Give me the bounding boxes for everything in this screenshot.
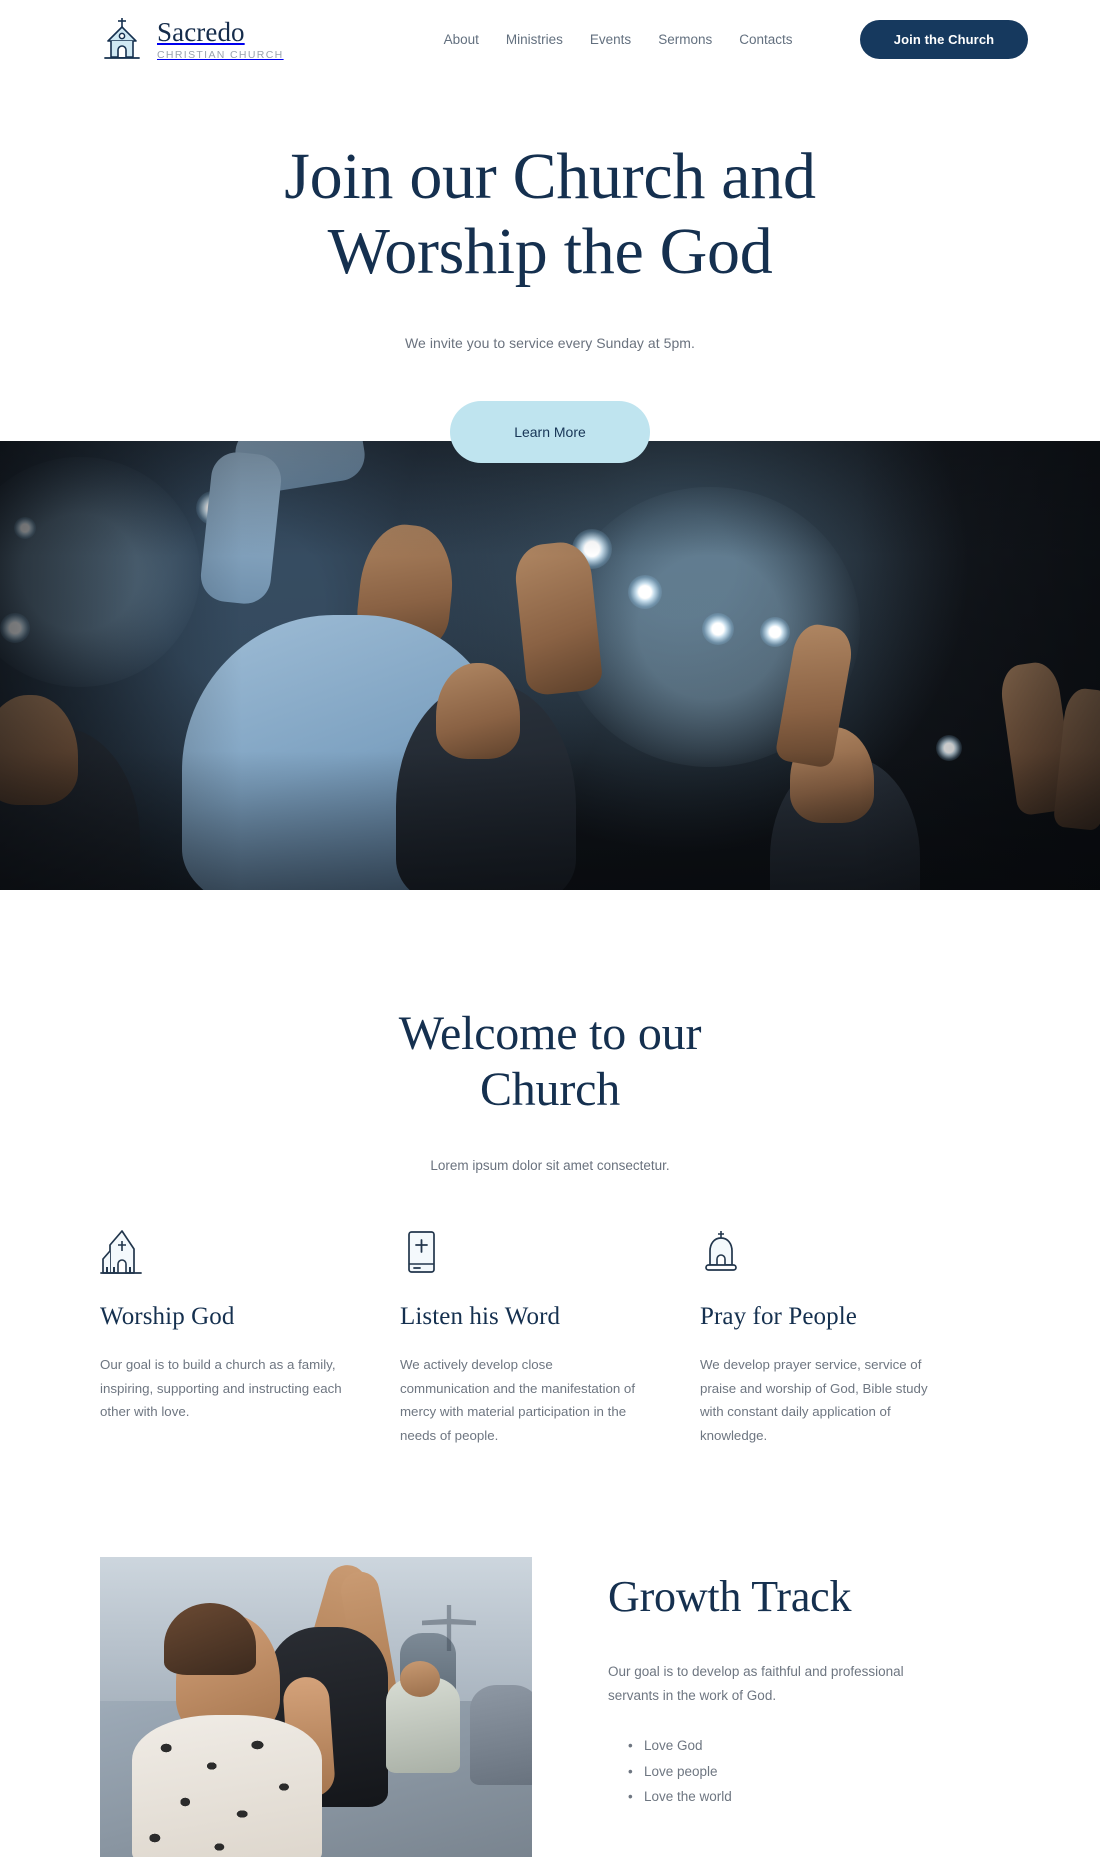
- hero-photo-vignette: [0, 427, 1100, 891]
- brand-logo[interactable]: Sacredo CHRISTIAN CHURCH: [100, 15, 284, 63]
- feature-card-listen-his-word: Listen his Word We actively develop clos…: [400, 1229, 700, 1447]
- church-landing-page: Sacredo CHRISTIAN CHURCH About Ministrie…: [0, 0, 1100, 1857]
- brand-name: Sacredo: [157, 16, 245, 47]
- hero-section: Join our Church and Worship the God We i…: [0, 78, 1100, 464]
- welcome-section: Welcome to our Church Lorem ipsum dolor …: [0, 890, 1100, 1173]
- features-section: Worship God Our goal is to build a churc…: [0, 1173, 1100, 1447]
- site-header: Sacredo CHRISTIAN CHURCH About Ministrie…: [0, 0, 1100, 78]
- growth-track-text: Growth Track Our goal is to develop as f…: [608, 1557, 1000, 1810]
- hero-title-line-1: Join our Church and: [284, 140, 816, 213]
- feature-body: We actively develop close communication …: [399, 1357, 636, 1443]
- nav-item-contacts[interactable]: Contacts: [739, 32, 792, 47]
- feature-title: Worship God: [100, 1303, 235, 1331]
- growth-track-list: Love God Love people Love the world: [608, 1733, 1000, 1810]
- growth-track-section: Growth Track Our goal is to develop as f…: [0, 1447, 1100, 1857]
- background-figure: [470, 1685, 532, 1786]
- bible-book-icon: [408, 1231, 435, 1274]
- learn-more-button[interactable]: Learn More: [450, 401, 650, 464]
- feature-body: Our goal is to build a church as a famil…: [100, 1357, 342, 1420]
- main-navigation: About Ministries Events Sermons Contacts: [444, 32, 793, 47]
- feature-title: Listen his Word: [399, 1303, 561, 1331]
- hero-photo: [0, 427, 1100, 891]
- church-bell-icon: [705, 1231, 737, 1272]
- welcome-title-line-2: Church: [479, 1063, 621, 1117]
- growth-list-item: Love God: [628, 1733, 1000, 1759]
- hero-title: Join our Church and Worship the God: [200, 140, 900, 289]
- join-the-church-button[interactable]: Join the Church: [860, 19, 1028, 59]
- brand-text: Sacredo CHRISTIAN CHURCH: [157, 16, 284, 61]
- hero-subtitle: We invite you to service every Sunday at…: [405, 335, 695, 352]
- welcome-subtitle: Lorem ipsum dolor sit amet consectetur.: [430, 1158, 670, 1174]
- nav-item-ministries[interactable]: Ministries: [506, 32, 563, 47]
- welcome-title-line-1: Welcome to our: [398, 1007, 702, 1061]
- welcome-title: Welcome to our Church: [340, 1006, 760, 1118]
- background-figure-head: [400, 1661, 440, 1698]
- feature-card-worship-god: Worship God Our goal is to build a churc…: [100, 1229, 400, 1447]
- feature-body: We develop prayer service, service of pr…: [699, 1357, 928, 1443]
- church-building-icon: [104, 18, 140, 59]
- patterned-blouse: [132, 1715, 322, 1857]
- growth-track-body: Our goal is to develop as faithful and p…: [608, 1664, 904, 1703]
- feature-card-pray-for-people: Pray for People We develop prayer servic…: [700, 1229, 1000, 1447]
- nav-item-about[interactable]: About: [444, 32, 479, 47]
- hero-button-wrap: Learn More: [0, 389, 1100, 464]
- growth-track-photo: [100, 1557, 532, 1857]
- nav-item-events[interactable]: Events: [590, 32, 631, 47]
- brand-tagline: CHRISTIAN CHURCH: [157, 48, 284, 61]
- feature-title: Pray for People: [699, 1303, 857, 1331]
- hero-title-line-2: Worship the God: [327, 214, 773, 288]
- nav-item-sermons[interactable]: Sermons: [658, 32, 712, 47]
- growth-track-title: Growth Track: [608, 1572, 852, 1622]
- church-building-icon: [100, 1230, 142, 1275]
- growth-list-item: Love the world: [628, 1784, 1000, 1810]
- growth-list-item: Love people: [628, 1759, 1000, 1785]
